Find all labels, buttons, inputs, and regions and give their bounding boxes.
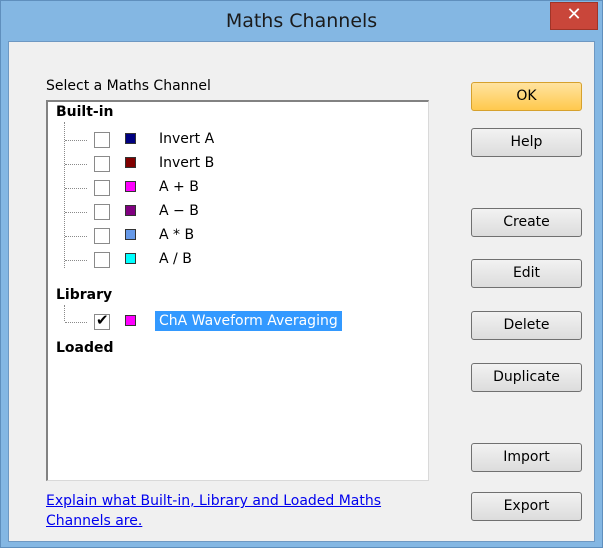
channel-label[interactable]: ChA Waveform Averaging [155, 311, 342, 331]
channel-checkbox[interactable] [94, 132, 110, 148]
tree-connector [65, 260, 87, 261]
help-button[interactable]: Help [471, 128, 582, 157]
channel-checkbox[interactable] [94, 252, 110, 268]
window-title: Maths Channels [225, 10, 378, 32]
channel-label[interactable]: A + B [159, 179, 199, 195]
list-group-label: Select a Maths Channel [46, 78, 211, 94]
duplicate-button[interactable]: Duplicate [471, 363, 582, 392]
tree-connector [65, 322, 87, 323]
tree-connector [65, 236, 87, 237]
delete-button[interactable]: Delete [471, 311, 582, 340]
channel-checkbox[interactable] [94, 180, 110, 196]
tree-connector [65, 164, 87, 165]
channel-label[interactable]: A * B [159, 227, 194, 243]
channel-color-swatch [125, 229, 136, 240]
channel-color-swatch [125, 253, 136, 264]
channel-label[interactable]: Invert A [159, 131, 214, 147]
category-library: Library [56, 287, 113, 303]
channel-checkbox[interactable] [94, 228, 110, 244]
channel-color-swatch [125, 181, 136, 192]
channel-checkbox[interactable]: ✔ [94, 311, 110, 330]
channel-label[interactable]: A / B [159, 251, 192, 267]
tree-line-library [64, 305, 65, 321]
channel-color-swatch [125, 157, 136, 168]
ok-button[interactable]: OK [471, 82, 582, 111]
channel-color-swatch [125, 315, 136, 326]
channel-label[interactable]: Invert B [159, 155, 214, 171]
close-button[interactable]: ✕ [550, 2, 598, 30]
channel-checkbox[interactable] [94, 204, 110, 220]
channel-color-swatch [125, 133, 136, 144]
channel-label[interactable]: A − B [159, 203, 199, 219]
category-builtin: Built-in [56, 104, 114, 120]
edit-button[interactable]: Edit [471, 259, 582, 288]
channel-color-swatch [125, 205, 136, 216]
close-icon: ✕ [566, 4, 582, 25]
explain-channels-link[interactable]: Explain what Built-in, Library and Loade… [46, 491, 436, 531]
tree-connector [65, 140, 87, 141]
channel-checkbox[interactable] [94, 156, 110, 172]
tree-connector [65, 188, 87, 189]
category-loaded: Loaded [56, 340, 114, 356]
checkmark-icon: ✔ [96, 311, 109, 329]
tree-line-builtin [64, 122, 65, 268]
export-button[interactable]: Export [471, 492, 582, 521]
import-button[interactable]: Import [471, 443, 582, 472]
tree-connector [65, 212, 87, 213]
create-button[interactable]: Create [471, 208, 582, 237]
title-bar[interactable]: Maths Channels ✕ [1, 1, 602, 41]
